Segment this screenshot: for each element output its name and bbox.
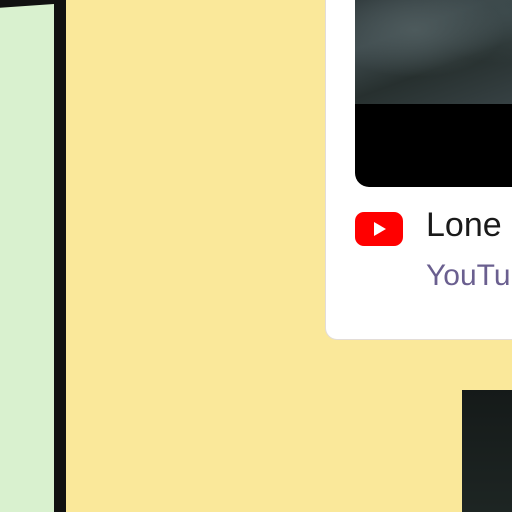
thumbnail-image: [355, 0, 512, 104]
panel-top-edge: [0, 0, 54, 10]
next-media-thumbnail[interactable]: [462, 390, 512, 512]
link-preview-card[interactable]: Lone YouTu: [325, 0, 512, 340]
chat-background: Lone YouTu: [0, 0, 512, 512]
sidebar-panel: [0, 0, 66, 512]
video-thumbnail[interactable]: [355, 0, 512, 187]
link-source: YouTu: [426, 259, 511, 292]
youtube-logo-icon: [355, 212, 403, 246]
link-title[interactable]: Lone: [426, 206, 502, 245]
